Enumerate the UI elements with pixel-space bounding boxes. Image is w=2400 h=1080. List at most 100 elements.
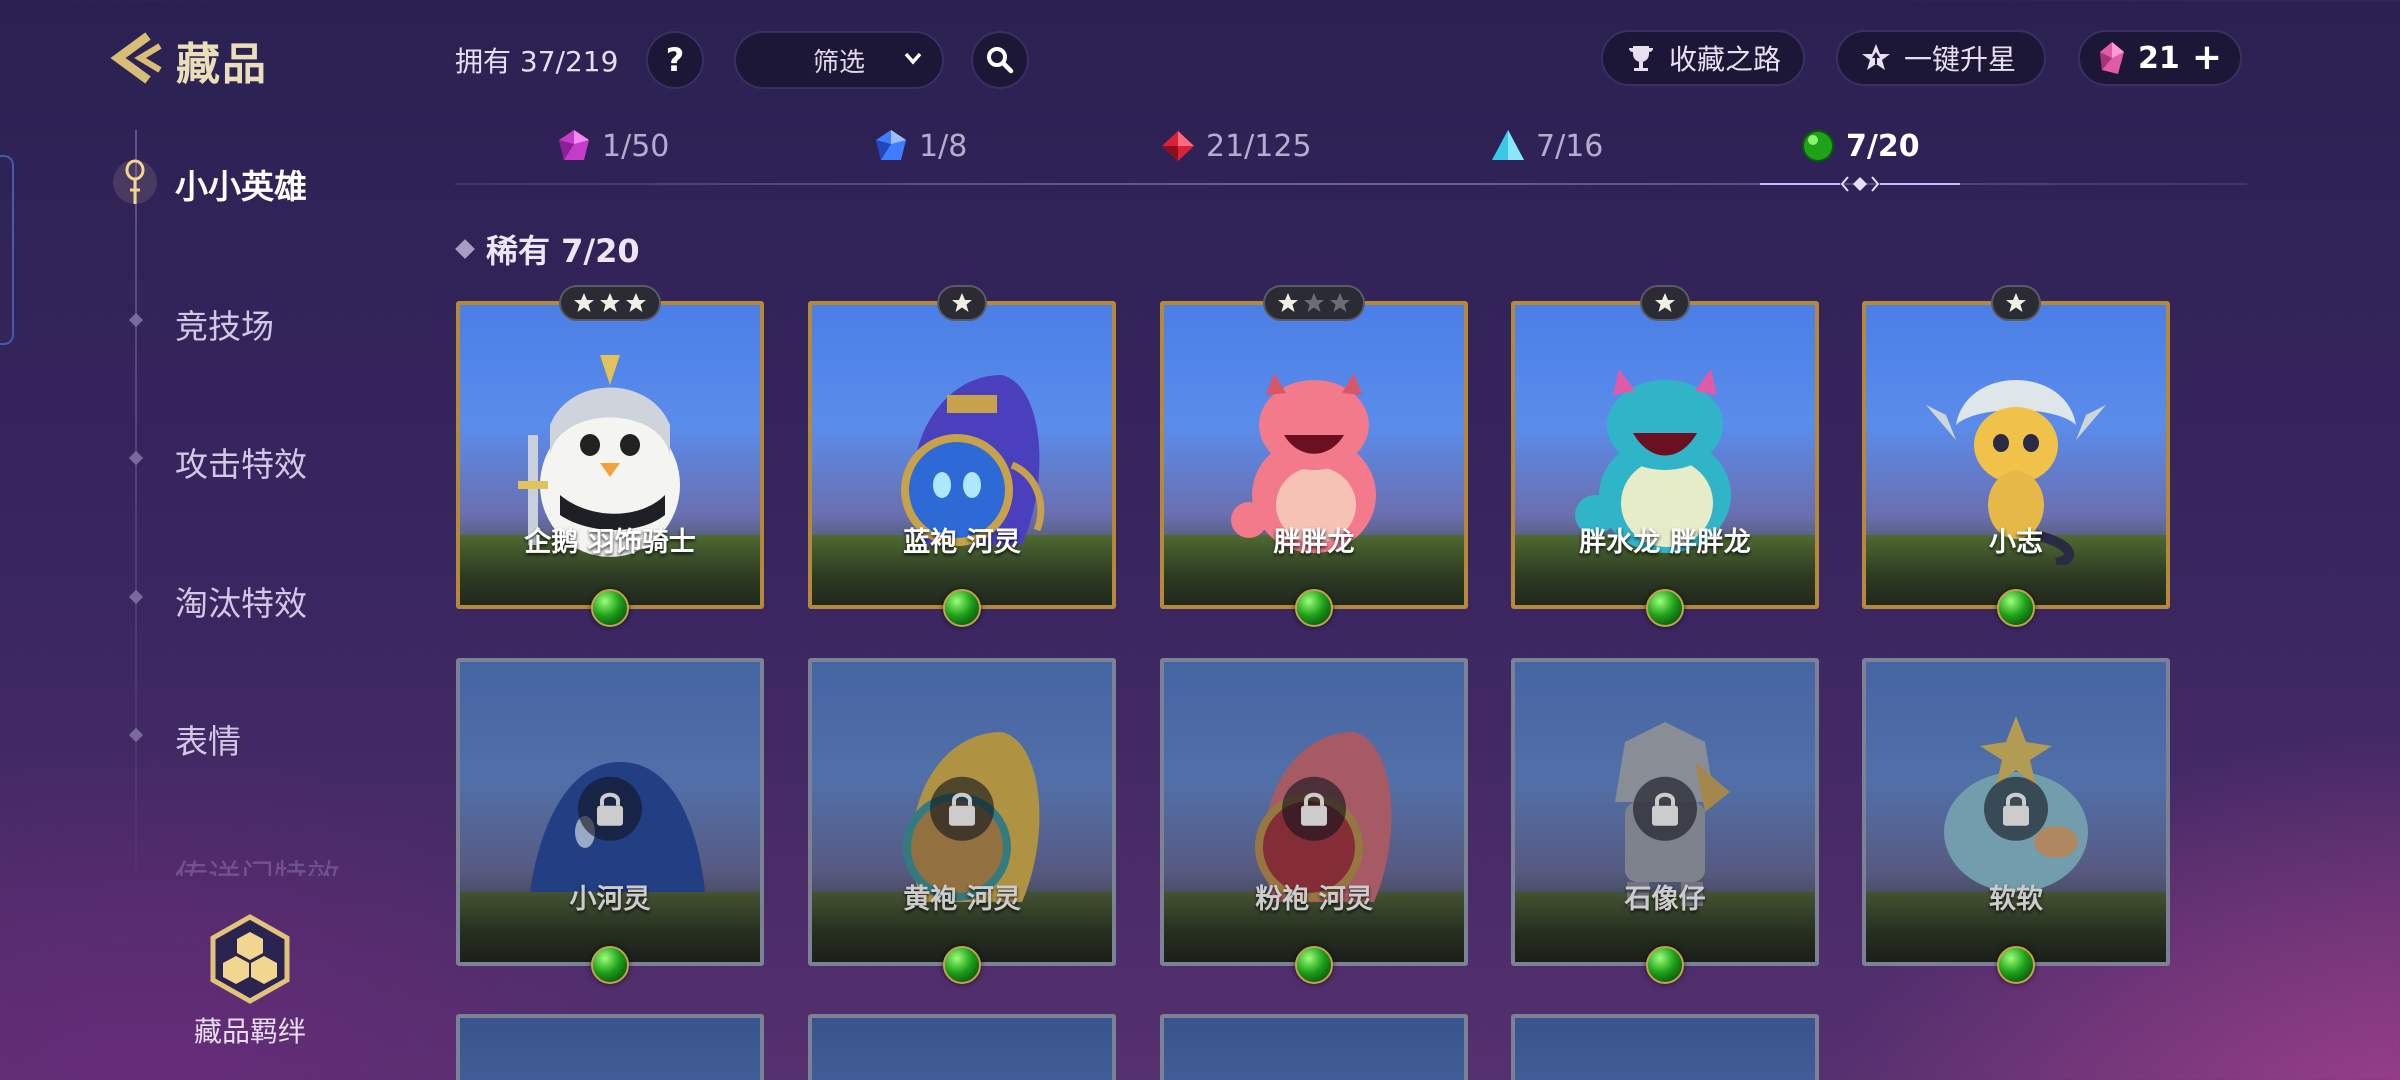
- sidebar-dot: [128, 450, 144, 466]
- tab-rarity-blue[interactable]: 1/8: [873, 128, 967, 164]
- card-water-chubby-dragon[interactable]: 胖水龙 胖胖龙: [1511, 285, 1819, 627]
- green-gem-icon: [591, 589, 629, 627]
- help-button[interactable]: ?: [646, 31, 704, 89]
- card-name: 石像仔: [1624, 884, 1706, 915]
- search-button[interactable]: [971, 31, 1029, 89]
- collection-road-label: 收藏之路: [1669, 43, 1782, 76]
- card-yellow-river-sprite[interactable]: 黄袍 河灵: [808, 658, 1116, 984]
- gem-currency[interactable]: 21 +: [2078, 30, 2242, 86]
- star-rating: [1991, 285, 2041, 321]
- collection-road-button[interactable]: 收藏之路: [1601, 30, 1805, 86]
- card-partial[interactable]: [1160, 1014, 1468, 1080]
- sidebar-item-emotes[interactable]: 表情: [175, 715, 241, 763]
- card-name: 粉袍 河灵: [1255, 884, 1373, 915]
- tab-label: 1/8: [919, 128, 968, 164]
- pink-gem-icon: [2100, 42, 2124, 74]
- collection-bond-button[interactable]: 藏品羁绊: [185, 914, 315, 1050]
- sidebar-item-little-legends[interactable]: 小小英雄: [175, 160, 307, 208]
- chevron-down-icon: [904, 52, 922, 65]
- back-button[interactable]: [108, 30, 168, 86]
- star-filled-icon: [952, 293, 972, 312]
- green-gem-icon: [1646, 589, 1684, 627]
- back-arrow-icon: [110, 32, 162, 84]
- sidebar-item-attack-effects[interactable]: 攻击特效: [175, 438, 307, 486]
- star-empty-icon: [1330, 293, 1350, 312]
- card-pink-river-sprite[interactable]: 粉袍 河灵: [1160, 658, 1468, 984]
- section-title: 稀有 7/20: [486, 232, 640, 270]
- owned-count: 拥有 37/219: [455, 45, 619, 78]
- star-filled-icon: [600, 293, 620, 312]
- star-filled-icon: [1655, 293, 1675, 312]
- card-penguin-knight[interactable]: 企鹅 羽饰骑士: [456, 285, 764, 627]
- green-gem-icon: [1295, 589, 1333, 627]
- tab-rarity-purple[interactable]: 1/50: [556, 128, 669, 164]
- sidebar-dot: [128, 312, 144, 328]
- lock-icon: [1633, 776, 1697, 841]
- tab-label: 21/125: [1206, 128, 1312, 164]
- star-empty-icon: [1304, 293, 1324, 312]
- upstar-label: 一键升星: [1904, 43, 2017, 76]
- star-filled-icon: [2006, 293, 2026, 312]
- green-gem-icon: [1997, 589, 2035, 627]
- filter-dropdown[interactable]: 筛选: [734, 31, 944, 89]
- tabs-divider: [455, 183, 2247, 185]
- add-icon[interactable]: +: [2192, 40, 2222, 76]
- blue-gem-icon: [876, 130, 906, 160]
- tab-rarity-cyan[interactable]: 7/16: [1490, 128, 1603, 164]
- star-rating: [559, 285, 661, 321]
- green-gem-icon: [591, 946, 629, 984]
- one-click-upstar-button[interactable]: 一键升星: [1836, 30, 2046, 86]
- tab-rarity-red[interactable]: 21/125: [1160, 128, 1312, 164]
- card-name: 软软: [1989, 884, 2043, 915]
- tab-label: 7/20: [1846, 128, 1920, 164]
- cyan-gem-icon: [1492, 130, 1524, 160]
- lock-icon: [1984, 776, 2048, 841]
- star-up-icon: [1862, 44, 1890, 70]
- active-tab-indicator: [1760, 176, 1960, 192]
- question-icon: ?: [665, 41, 685, 79]
- purple-gem-icon: [559, 130, 589, 160]
- green-gem-icon: [1646, 946, 1684, 984]
- sidebar-item-arena[interactable]: 竞技场: [175, 300, 274, 348]
- section-header: 稀有 7/20: [455, 226, 640, 272]
- card-partial[interactable]: [808, 1014, 1116, 1080]
- filter-label: 筛选: [812, 47, 865, 78]
- card-partial[interactable]: [456, 1014, 764, 1080]
- left-edge-panel-tab[interactable]: [0, 155, 14, 345]
- card-name: 胖水龙 胖胖龙: [1579, 527, 1751, 558]
- green-gem-icon: [943, 589, 981, 627]
- sidebar-item-portal-effects[interactable]: 传送门特效: [175, 850, 340, 876]
- card-name: 小志: [1989, 527, 2043, 558]
- sidebar-dot: [128, 727, 144, 743]
- diamond-bullet-icon: [455, 239, 475, 259]
- card-name: 蓝袍 河灵: [903, 527, 1021, 558]
- search-icon: [987, 47, 1014, 74]
- card-ruanruan[interactable]: 软软: [1862, 658, 2170, 984]
- green-gem-icon: [943, 946, 981, 984]
- card-little-river-sprite[interactable]: 小河灵: [456, 658, 764, 984]
- card-chubby-dragon[interactable]: 胖胖龙: [1160, 285, 1468, 627]
- green-gem-icon: [1802, 130, 1834, 162]
- green-gem-icon: [1997, 946, 2035, 984]
- sidebar-track: [135, 130, 137, 870]
- card-xiaozhi[interactable]: 小志: [1862, 285, 2170, 627]
- tab-label: 7/16: [1536, 128, 1604, 164]
- card-name: 企鹅 羽饰骑士: [524, 527, 696, 558]
- tab-rarity-green[interactable]: 7/20: [1800, 128, 1920, 164]
- lock-icon: [1282, 776, 1346, 841]
- sidebar-item-elimination-effects[interactable]: 淘汰特效: [175, 577, 307, 625]
- lock-icon: [930, 776, 994, 841]
- card-name: 黄袍 河灵: [903, 884, 1021, 915]
- star-rating: [1640, 285, 1690, 321]
- card-partial[interactable]: [1511, 1014, 1819, 1080]
- card-name: 小河灵: [569, 884, 651, 915]
- star-filled-icon: [626, 293, 646, 312]
- tab-label: 1/50: [602, 128, 670, 164]
- card-stone-gargoyle[interactable]: 石像仔: [1511, 658, 1819, 984]
- card-blue-river-sprite[interactable]: 蓝袍 河灵: [808, 285, 1116, 627]
- hexagon-bond-icon: [210, 914, 290, 1004]
- gem-count: 21: [2138, 40, 2180, 76]
- star-rating: [1263, 285, 1365, 321]
- star-rating: [937, 285, 987, 321]
- sidebar-dot: [128, 589, 144, 605]
